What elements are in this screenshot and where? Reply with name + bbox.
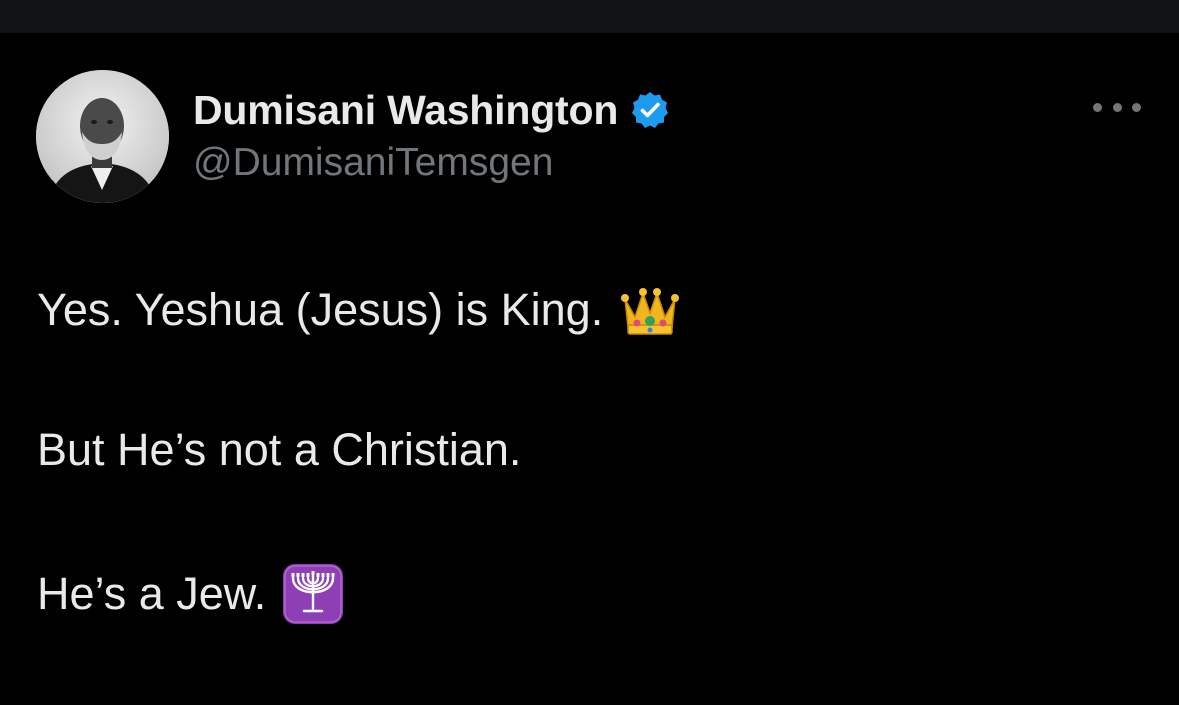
dot-icon xyxy=(1093,102,1102,112)
author-display-name[interactable]: Dumisani Washington xyxy=(193,87,618,134)
dot-icon xyxy=(1132,102,1141,112)
tweet-text-line: Yes. Yeshua (Jesus) is King. xyxy=(37,283,681,337)
tweet-text: But He’s not a Christian. xyxy=(37,424,522,475)
avatar-photo xyxy=(36,70,169,203)
author-handle[interactable]: @DumisaniTemsgen xyxy=(193,141,553,185)
tweet-text-line: He’s a Jew. xyxy=(37,563,344,625)
tweet-text: Yes. Yeshua (Jesus) is King. xyxy=(37,284,604,335)
dot-icon xyxy=(1112,102,1122,112)
more-options-icon[interactable] xyxy=(1093,95,1141,119)
verified-badge-icon xyxy=(630,90,670,130)
tweet-text-line: But He’s not a Christian. xyxy=(37,424,521,476)
tweet-card: Dumisani Washington @DumisaniTemsgen Yes… xyxy=(0,33,1179,705)
avatar[interactable] xyxy=(36,70,169,203)
menorah-emoji-icon xyxy=(282,563,344,625)
tweet-text: He’s a Jew. xyxy=(37,568,267,619)
crown-emoji-icon xyxy=(619,283,681,337)
top-status-bar xyxy=(0,0,1179,33)
author-name-row: Dumisani Washington xyxy=(193,85,670,135)
